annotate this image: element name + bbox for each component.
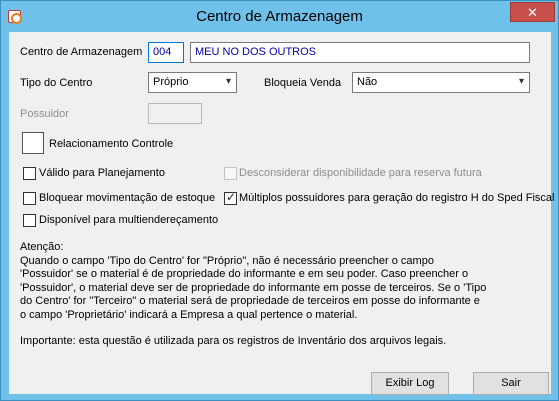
multiplos-possuidores-checkbox[interactable]: ✓ [224,190,237,205]
bloqueia-venda-select[interactable]: Não ▾ [352,72,530,93]
dialog-window: Centro de Armazenagem ✕ Centro de Armaze… [0,0,559,401]
bloqueia-venda-value: Não [357,76,378,88]
tipo-centro-label: Tipo do Centro [20,77,93,89]
info-line: do Centro' for "Terceiro" o material ser… [20,295,480,307]
window-title: Centro de Armazenagem [196,8,363,25]
centro-label: Centro de Armazenagem [20,46,143,58]
info-line: 'Possuidor', o material deve ser de prop… [20,281,487,294]
checkmark-icon: ✓ [226,190,237,204]
bloqueia-venda-label: Bloqueia Venda [264,77,342,89]
centro-code-input[interactable]: 004 [148,42,184,63]
chevron-down-icon: ▾ [225,76,231,87]
possuidor-label: Possuidor [20,108,69,120]
multiplos-possuidores-label: Múltiplos possuidores para geração do re… [239,192,555,204]
bloquear-movimentacao-label: Bloquear movimentação de estoque [39,192,216,204]
info-line: 'Possuidor' se o material é de proprieda… [20,268,469,280]
desconsiderar-disponibilidade-checkbox [224,167,237,180]
possuidor-input [148,103,202,124]
info-text: Atenção: Quando o campo 'Tipo do Centro'… [20,241,520,349]
disponivel-multienderecamento-label: Disponível para multiendereçamento [39,214,219,226]
info-line: Atenção: [20,241,64,253]
title-bar[interactable]: Centro de Armazenagem ✕ [1,1,558,33]
desconsiderar-disponibilidade-label: Desconsiderar disponibilidade para reser… [239,167,482,179]
tipo-centro-select[interactable]: Próprio ▾ [148,72,237,93]
dialog-body: Centro de Armazenagem 004 MEU NO DOS OUT… [9,32,555,395]
info-line: Quando o campo 'Tipo do Centro' for "Pró… [20,254,434,267]
valido-planejamento-label: Válido para Planejamento [39,167,165,179]
exibir-log-button[interactable]: Exibir Log [371,372,449,395]
sair-button[interactable]: Sair [473,372,549,395]
relacionamento-controle-box[interactable] [22,132,44,154]
disponivel-multienderecamento-checkbox[interactable] [23,214,36,227]
info-note: Importante: esta questão é utilizada par… [20,335,447,347]
info-line: o campo 'Proprietário' indicará a Empres… [20,308,358,321]
centro-name-input[interactable]: MEU NO DOS OUTROS [190,42,530,63]
bloquear-movimentacao-checkbox[interactable] [23,192,36,205]
tipo-centro-value: Próprio [153,76,189,88]
valido-planejamento-checkbox[interactable] [23,167,36,180]
relacionamento-controle-label: Relacionamento Controle [49,138,174,150]
close-button[interactable]: ✕ [510,2,555,22]
chevron-down-icon: ▾ [518,76,524,87]
